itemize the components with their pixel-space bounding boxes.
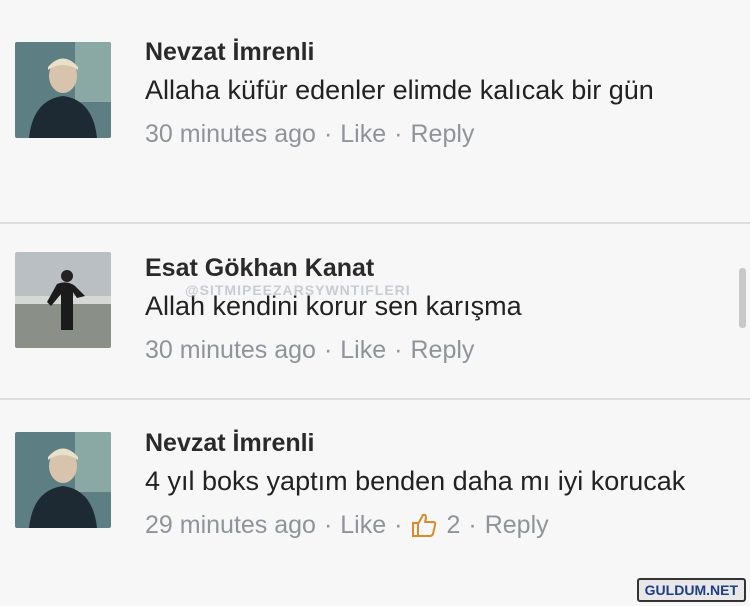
separator: · (394, 120, 403, 148)
scrollbar[interactable] (739, 268, 746, 328)
separator: · (323, 120, 333, 148)
reaction-count[interactable]: 2 (446, 510, 460, 540)
comment-timestamp[interactable]: 30 minutes ago (145, 119, 316, 149)
comment-author[interactable]: Esat Gökhan Kanat (145, 253, 730, 283)
divider (0, 398, 750, 400)
avatar[interactable] (15, 42, 111, 138)
avatar[interactable] (15, 252, 111, 348)
separator: · (468, 511, 477, 539)
comment-meta: 30 minutes ago · Like · Reply (145, 119, 730, 149)
reply-link[interactable]: Reply (410, 335, 474, 365)
comment-meta: 30 minutes ago · Like · Reply (145, 335, 730, 365)
comment-timestamp[interactable]: 30 minutes ago (145, 335, 316, 365)
thumbs-up-icon (412, 513, 437, 537)
divider (0, 222, 750, 224)
comment-text: Allah kendini korur sen karışma (145, 291, 522, 321)
man-portrait-icon (15, 42, 111, 138)
like-link[interactable]: Like (340, 510, 386, 540)
like-link[interactable]: Like (340, 119, 386, 149)
comment-author[interactable]: Nevzat İmrenli (145, 37, 730, 67)
separator: · (394, 336, 403, 364)
avatar[interactable] (15, 432, 111, 528)
man-portrait-icon (15, 432, 111, 528)
comment-text: Allaha küfür edenler elimde kalıcak bir … (145, 75, 654, 105)
like-link[interactable]: Like (340, 335, 386, 365)
reply-link[interactable]: Reply (485, 510, 549, 540)
beach-figure-icon (15, 252, 111, 348)
reply-link[interactable]: Reply (410, 119, 474, 149)
comment-timestamp[interactable]: 29 minutes ago (145, 510, 316, 540)
comment-meta: 29 minutes ago · Like · 2 · Reply (145, 510, 730, 540)
site-logo: GULDUM.NET (636, 578, 746, 602)
comment-text: 4 yıl boks yaptım benden daha mı iyi kor… (145, 466, 686, 496)
comment-author[interactable]: Nevzat İmrenli (145, 428, 730, 458)
separator: · (323, 336, 333, 364)
separator: · (323, 511, 333, 539)
separator: · (394, 511, 403, 539)
